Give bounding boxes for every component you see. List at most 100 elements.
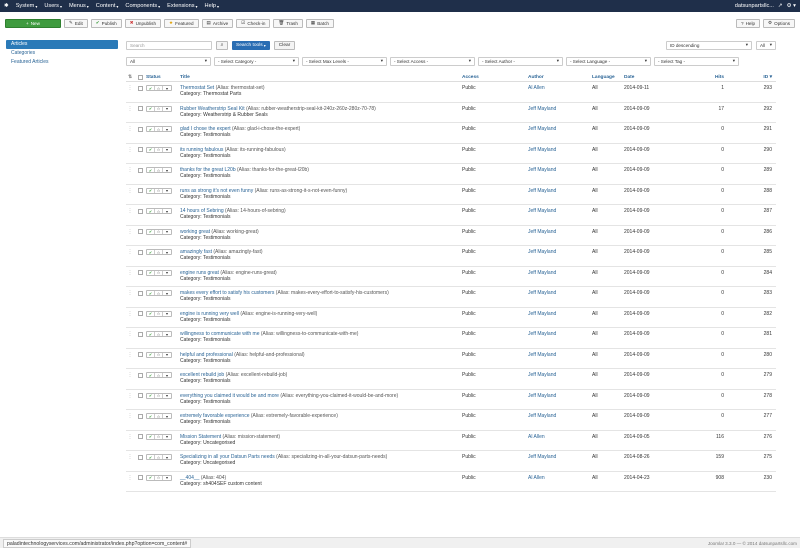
article-author-link[interactable]: Jeff Mayland [528,270,592,276]
search-input[interactable]: Search [126,40,212,50]
header-status[interactable]: Status [146,75,180,80]
actions-caret-icon[interactable]: ▾ [163,127,171,132]
article-author-link[interactable]: Jeff Mayland [528,249,592,255]
ordering-sort-icon[interactable]: ⇅ [126,75,134,80]
drag-handle-icon[interactable]: ⋮ [126,413,134,419]
article-author-link[interactable]: Jeff Mayland [528,413,592,419]
actions-caret-icon[interactable]: ▾ [163,455,171,460]
featured-star-icon[interactable]: ☆ [155,455,163,460]
menu-users[interactable]: Users ▾ [44,3,62,9]
drag-handle-icon[interactable]: ⋮ [126,290,134,296]
drag-handle-icon[interactable]: ⋮ [126,475,134,481]
actions-caret-icon[interactable]: ▾ [163,250,171,255]
featured-star-icon[interactable]: ☆ [155,188,163,193]
row-checkbox[interactable] [137,106,143,111]
row-checkbox[interactable] [137,208,143,214]
article-author-link[interactable]: Jeff Mayland [528,311,592,317]
published-check-icon[interactable]: ✔ [147,434,155,439]
drag-handle-icon[interactable]: ⋮ [126,229,134,235]
featured-star-icon[interactable]: ☆ [155,209,163,214]
publish-button[interactable]: ✔ Publish [90,18,122,28]
trash-button[interactable]: 🗑 Trash [273,18,303,28]
select-all-checkbox[interactable] [137,75,143,81]
author-filter[interactable]: - Select Author - ▾ [478,56,563,66]
unpublish-button[interactable]: ✖ Unpublish [124,18,162,28]
language-filter[interactable]: - Select Language - ▾ [566,56,651,66]
published-check-icon[interactable]: ✔ [147,127,155,132]
tag-filter[interactable]: - Select Tag - ▾ [654,56,739,66]
row-checkbox[interactable] [137,229,143,234]
header-access[interactable]: Access [462,75,528,80]
published-check-icon[interactable]: ✔ [147,475,155,480]
menu-components[interactable]: Components ▾ [125,3,160,9]
drag-handle-icon[interactable]: ⋮ [126,126,134,132]
ordering-select[interactable]: ID descending ▾ [666,40,752,50]
published-check-icon[interactable]: ✔ [147,414,155,419]
menu-content[interactable]: Content ▾ [96,3,119,9]
published-check-icon[interactable]: ✔ [147,86,155,91]
site-link[interactable]: datsunpartsllc... [735,3,774,9]
featured-star-icon[interactable]: ☆ [155,475,163,480]
edit-button[interactable]: ✎ Edit [64,18,88,28]
actions-caret-icon[interactable]: ▾ [163,229,171,234]
drag-handle-icon[interactable]: ⋮ [126,106,134,112]
published-check-icon[interactable]: ✔ [147,352,155,357]
row-checkbox[interactable] [137,352,143,357]
published-check-icon[interactable]: ✔ [147,311,155,316]
featured-star-icon[interactable]: ☆ [155,352,163,357]
external-link-icon[interactable]: ↗ [778,3,783,9]
menu-menus[interactable]: Menus ▾ [69,3,89,9]
menu-extensions[interactable]: Extensions ▾ [167,3,197,9]
featured-star-icon[interactable]: ☆ [155,86,163,91]
row-checkbox[interactable] [137,126,143,132]
user-menu-icon[interactable]: ⚙ ▾ [787,3,796,9]
drag-handle-icon[interactable]: ⋮ [126,372,134,378]
archive-button[interactable]: ▤ Archive [201,18,234,28]
featured-star-icon[interactable]: ☆ [155,373,163,378]
row-checkbox[interactable] [137,188,143,193]
menu-system[interactable]: System ▾ [16,3,38,9]
featured-star-icon[interactable]: ☆ [155,168,163,173]
actions-caret-icon[interactable]: ▾ [163,106,171,111]
drag-handle-icon[interactable]: ⋮ [126,331,134,337]
row-checkbox[interactable] [137,413,143,419]
actions-caret-icon[interactable]: ▾ [163,209,171,214]
row-checkbox[interactable] [137,372,143,378]
article-author-link[interactable]: Jeff Mayland [528,454,592,460]
featured-star-icon[interactable]: ☆ [155,106,163,111]
published-check-icon[interactable]: ✔ [147,106,155,111]
featured-star-icon[interactable]: ☆ [155,311,163,316]
drag-handle-icon[interactable]: ⋮ [126,167,134,173]
drag-handle-icon[interactable]: ⋮ [126,311,134,317]
published-check-icon[interactable]: ✔ [147,291,155,296]
row-checkbox[interactable] [137,270,143,275]
featured-star-icon[interactable]: ☆ [155,434,163,439]
published-check-icon[interactable]: ✔ [147,393,155,398]
featured-star-icon[interactable]: ☆ [155,332,163,337]
header-author[interactable]: Author [528,75,592,80]
max-levels-filter[interactable]: - Select Max Levels - ▾ [302,56,387,66]
actions-caret-icon[interactable]: ▾ [163,311,171,316]
article-author-link[interactable]: Al Allen [528,85,592,91]
header-language[interactable]: Language [592,75,624,80]
article-author-link[interactable]: Jeff Mayland [528,167,592,173]
header-hits[interactable]: Hits [688,75,728,80]
drag-handle-icon[interactable]: ⋮ [126,85,134,91]
search-button[interactable]: ⌕ [216,40,228,50]
row-checkbox[interactable] [137,393,143,398]
row-checkbox[interactable] [137,454,143,460]
featured-star-icon[interactable]: ☆ [155,250,163,255]
row-checkbox[interactable] [137,167,143,173]
featured-star-icon[interactable]: ☆ [155,127,163,132]
article-author-link[interactable]: Jeff Mayland [528,208,592,214]
actions-caret-icon[interactable]: ▾ [163,147,171,152]
checkin-button[interactable]: ☑ Check-in [236,18,271,28]
featured-star-icon[interactable]: ☆ [155,229,163,234]
help-button[interactable]: ? Help [736,18,761,28]
actions-caret-icon[interactable]: ▾ [163,188,171,193]
published-check-icon[interactable]: ✔ [147,188,155,193]
batch-button[interactable]: ▦ Batch [305,18,334,28]
featured-star-icon[interactable]: ☆ [155,291,163,296]
published-check-icon[interactable]: ✔ [147,455,155,460]
article-author-link[interactable]: Jeff Mayland [528,393,592,399]
